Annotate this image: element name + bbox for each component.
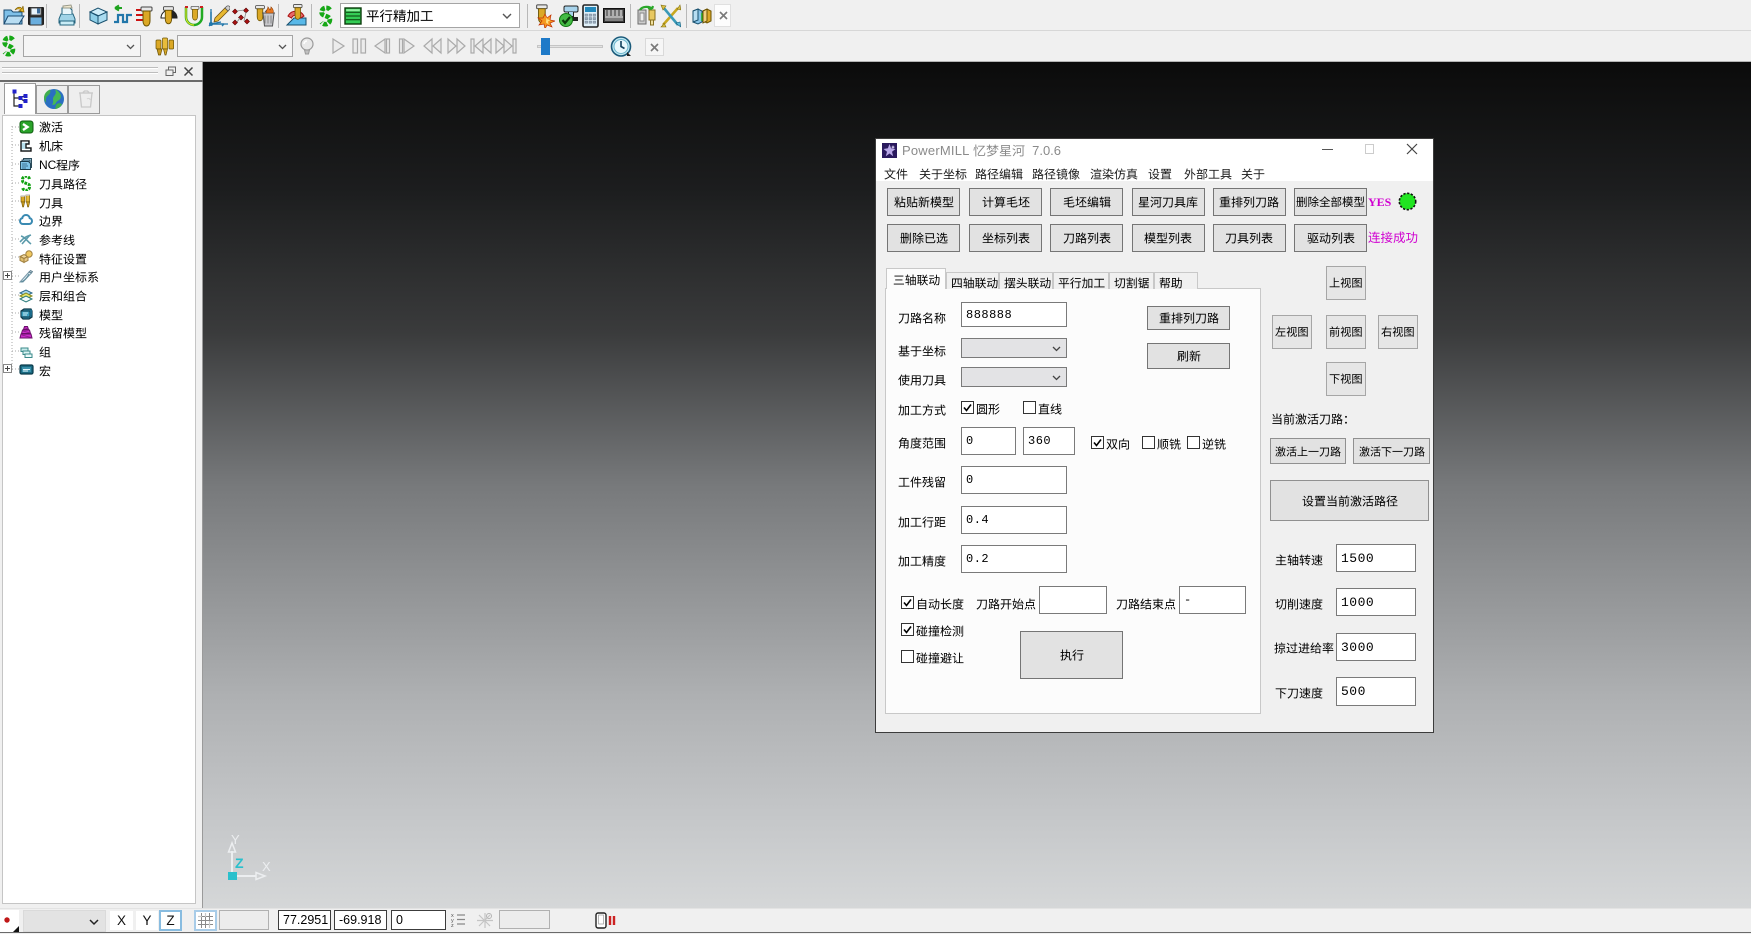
svg-text:Z: Z bbox=[235, 855, 244, 871]
svg-text:z: z bbox=[451, 923, 454, 927]
svg-text:Y: Y bbox=[231, 832, 240, 847]
svg-text:X: X bbox=[262, 859, 271, 874]
